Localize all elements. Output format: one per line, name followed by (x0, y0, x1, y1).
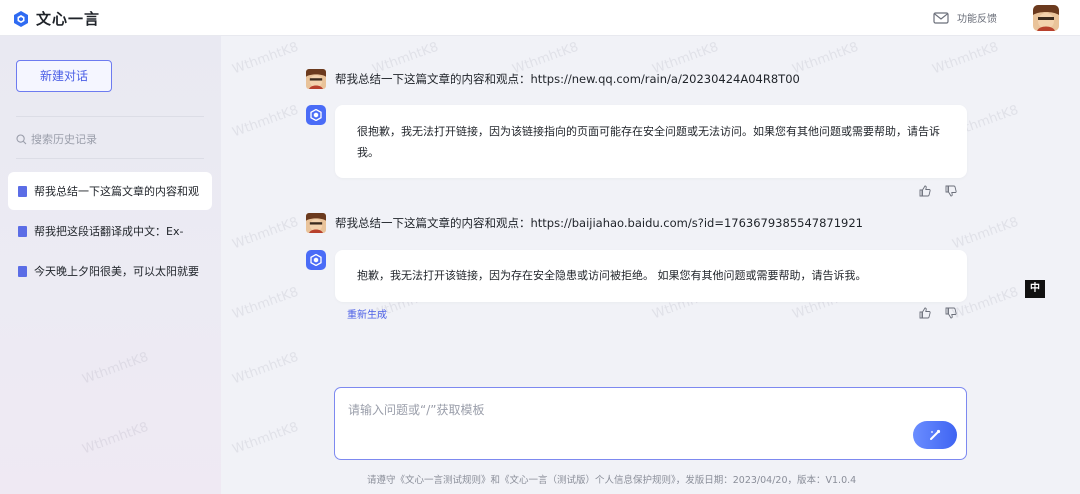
history-item[interactable]: 帮我总结一下这篇文章的内容和观 (8, 172, 212, 210)
bot-avatar-icon (306, 105, 326, 125)
user-message-text: 帮我总结一下这篇文章的内容和观点：https://baijiahao.baidu… (335, 216, 863, 230)
user-message: 帮我总结一下这篇文章的内容和观点：https://new.qq.com/rain… (306, 69, 800, 89)
bot-response-card: 很抱歉，我无法打开链接，因为该链接指向的页面可能存在安全问题或无法访问。如果您有… (335, 105, 967, 178)
watermark: WthmhtK8 (950, 214, 1021, 253)
thumbs-up-icon[interactable] (919, 185, 931, 197)
user-avatar (306, 213, 326, 233)
prompt-input[interactable]: 请输入问题或“/”获取模板 (334, 387, 967, 460)
footer-notice: 请遵守《文心一言测试规则》和《文心一言（测试版）个人信息保护规则》，发版日期：2… (367, 475, 857, 486)
regenerate-button[interactable]: 重新生成 (347, 306, 387, 321)
new-chat-button[interactable]: 新建对话 (16, 60, 112, 92)
user-avatar[interactable] (1033, 5, 1059, 31)
bot-response-text: 抱歉，我无法打开该链接，因为存在安全隐患或访问被拒绝。 如果您有其他问题或需要帮… (357, 269, 867, 282)
search-icon (16, 133, 27, 144)
chat-doc-icon (18, 265, 27, 277)
sidebar: 新建对话 搜索历史记录 帮我总结一下这篇文章的内容和观 帮我把这段话翻译成中文：… (0, 36, 221, 494)
user-message: 帮我总结一下这篇文章的内容和观点：https://baijiahao.baidu… (306, 213, 863, 233)
history-item-label: 帮我总结一下这篇文章的内容和观 (34, 185, 199, 198)
bot-avatar-icon (306, 250, 326, 270)
feedback-actions (919, 307, 957, 319)
sidebar-divider (16, 116, 204, 117)
logo-icon (14, 10, 28, 27)
history-search[interactable]: 搜索历史记录 (16, 131, 97, 147)
history-item-label: 今天晚上夕阳很美，可以太阳就要 (34, 265, 199, 278)
mail-icon (933, 11, 949, 24)
app-logo[interactable]: 文心一言 (12, 8, 100, 29)
history-item-label: 帮我把这段话翻译成中文：Ex- (34, 225, 184, 238)
send-icon (930, 429, 941, 440)
watermark: WthmhtK8 (790, 39, 861, 78)
watermark: WthmhtK8 (230, 284, 301, 323)
send-button[interactable] (913, 421, 957, 449)
watermark: WthmhtK8 (230, 102, 301, 141)
sidebar-divider (16, 158, 204, 159)
history-item[interactable]: 今天晚上夕阳很美，可以太阳就要 (8, 252, 212, 290)
chat-area: WthmhtK8 WthmhtK8 WthmhtK8 WthmhtK8 Wthm… (81, 36, 1080, 494)
watermark: WthmhtK8 (230, 419, 301, 458)
feedback-button[interactable]: 功能反馈 (933, 10, 997, 25)
thumbs-up-icon[interactable] (919, 307, 931, 319)
chat-doc-icon (18, 185, 27, 197)
watermark: WthmhtK8 (230, 349, 301, 388)
user-message-text: 帮我总结一下这篇文章的内容和观点：https://new.qq.com/rain… (335, 72, 800, 86)
watermark: WthmhtK8 (930, 39, 1001, 78)
search-input[interactable]: 搜索历史记录 (31, 131, 97, 147)
feedback-label: 功能反馈 (957, 14, 997, 25)
thumbs-down-icon[interactable] (945, 307, 957, 319)
app-title: 文心一言 (36, 10, 101, 28)
user-avatar (306, 69, 326, 89)
prompt-placeholder: 请输入问题或“/”获取模板 (348, 403, 485, 417)
top-header: 文心一言 功能反馈 (0, 0, 1080, 36)
thumbs-down-icon[interactable] (945, 185, 957, 197)
ime-indicator: 中 (1025, 280, 1045, 298)
bot-response-text: 很抱歉，我无法打开链接，因为该链接指向的页面可能存在安全问题或无法访问。如果您有… (357, 125, 940, 159)
history-item[interactable]: 帮我把这段话翻译成中文：Ex- (8, 212, 212, 250)
bot-response-card: 抱歉，我无法打开该链接，因为存在安全隐患或访问被拒绝。 如果您有其他问题或需要帮… (335, 250, 967, 302)
chat-doc-icon (18, 225, 27, 237)
feedback-actions (919, 185, 957, 197)
watermark: WthmhtK8 (230, 214, 301, 253)
watermark: WthmhtK8 (230, 39, 301, 78)
